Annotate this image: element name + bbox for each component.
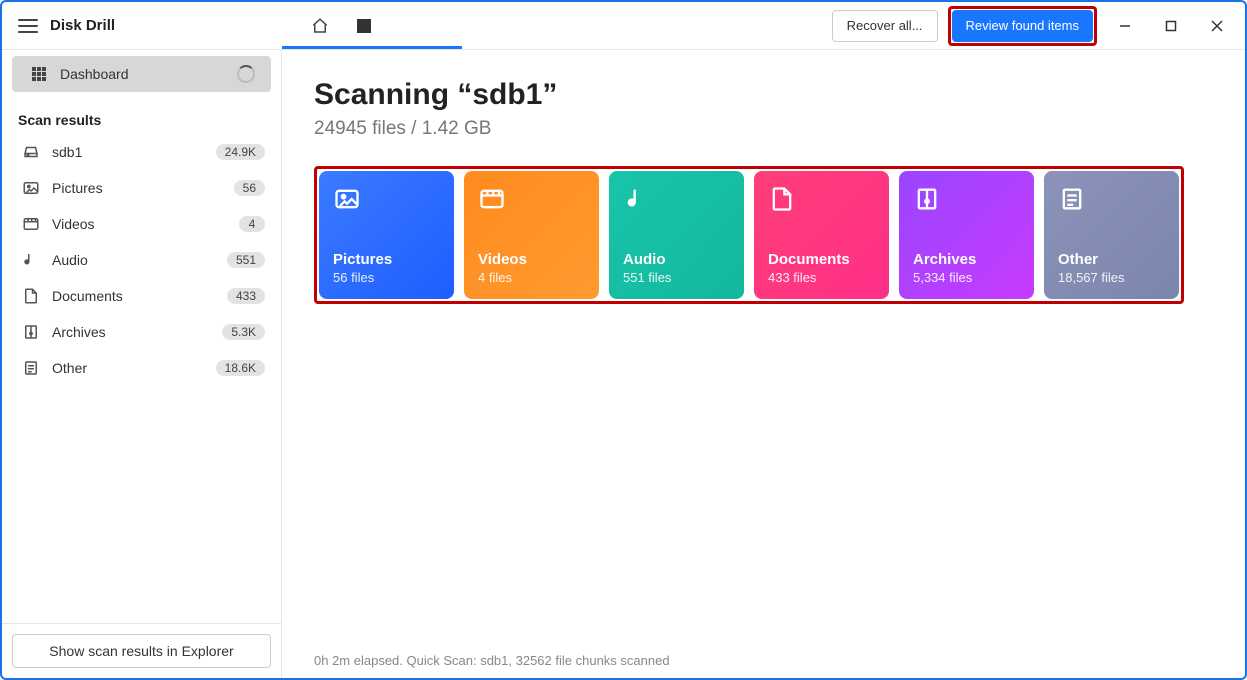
card-other[interactable]: Other 18,567 files xyxy=(1044,171,1179,299)
audio-icon xyxy=(22,251,40,269)
card-count: 551 files xyxy=(623,270,730,285)
count-badge: 24.9K xyxy=(216,144,265,160)
card-title: Pictures xyxy=(333,251,440,268)
document-icon xyxy=(768,185,796,213)
count-badge: 18.6K xyxy=(216,360,265,376)
count-badge: 433 xyxy=(227,288,265,304)
sidebar-item-archives[interactable]: Archives 5.3K xyxy=(2,314,281,350)
card-count: 56 files xyxy=(333,270,440,285)
sidebar-item-label: Archives xyxy=(52,324,210,340)
menu-icon[interactable] xyxy=(18,19,38,33)
sidebar-item-label: Audio xyxy=(52,252,215,268)
archive-icon xyxy=(22,323,40,341)
card-title: Videos xyxy=(478,251,585,268)
sidebar-item-label: sdb1 xyxy=(52,144,204,160)
card-title: Other xyxy=(1058,251,1165,268)
home-tab-icon[interactable] xyxy=(310,16,330,36)
card-count: 18,567 files xyxy=(1058,270,1165,285)
recover-all-button[interactable]: Recover all... xyxy=(832,10,938,42)
review-found-items-button[interactable]: Review found items xyxy=(952,10,1093,42)
sidebar-item-label: Pictures xyxy=(52,180,222,196)
card-title: Archives xyxy=(913,251,1020,268)
active-tab-indicator xyxy=(282,46,462,49)
sidebar-heading: Scan results xyxy=(2,98,281,134)
sidebar-item-videos[interactable]: Videos 4 xyxy=(2,206,281,242)
window-minimize-button[interactable] xyxy=(1107,10,1143,42)
video-icon xyxy=(478,185,506,213)
card-count: 5,334 files xyxy=(913,270,1020,285)
status-text: 0h 2m elapsed. Quick Scan: sdb1, 32562 f… xyxy=(314,641,1213,668)
app-name: Disk Drill xyxy=(50,17,115,34)
show-in-explorer-button[interactable]: Show scan results in Explorer xyxy=(12,634,271,668)
sidebar-item-documents[interactable]: Documents 433 xyxy=(2,278,281,314)
main-panel: Scanning “sdb1” 24945 files / 1.42 GB Pi… xyxy=(282,50,1245,678)
card-archives[interactable]: Archives 5,334 files xyxy=(899,171,1034,299)
sidebar-item-label: Videos xyxy=(52,216,227,232)
category-cards: Pictures 56 files Videos 4 files Audio 5… xyxy=(319,171,1179,299)
count-badge: 56 xyxy=(234,180,265,196)
drive-icon xyxy=(22,143,40,161)
archive-icon xyxy=(913,185,941,213)
scan-summary: 24945 files / 1.42 GB xyxy=(314,118,1213,140)
sidebar: Dashboard Scan results sdb1 24.9K Pictur… xyxy=(2,50,282,678)
sidebar-item-label: Documents xyxy=(52,288,215,304)
count-badge: 4 xyxy=(239,216,265,232)
card-title: Audio xyxy=(623,251,730,268)
window-maximize-button[interactable] xyxy=(1153,10,1189,42)
video-icon xyxy=(22,215,40,233)
category-cards-highlight: Pictures 56 files Videos 4 files Audio 5… xyxy=(314,166,1184,304)
window-close-button[interactable] xyxy=(1199,10,1235,42)
audio-icon xyxy=(623,185,651,213)
sidebar-item-pictures[interactable]: Pictures 56 xyxy=(2,170,281,206)
sidebar-item-label: Dashboard xyxy=(60,66,225,82)
card-documents[interactable]: Documents 433 files xyxy=(754,171,889,299)
card-count: 4 files xyxy=(478,270,585,285)
card-audio[interactable]: Audio 551 files xyxy=(609,171,744,299)
stop-tab-icon[interactable] xyxy=(354,16,374,36)
picture-icon xyxy=(333,185,361,213)
sidebar-item-other[interactable]: Other 18.6K xyxy=(2,350,281,386)
titlebar: Disk Drill Recover all... Review found i… xyxy=(2,2,1245,50)
other-icon xyxy=(22,359,40,377)
loading-spinner-icon xyxy=(237,65,255,83)
sidebar-item-audio[interactable]: Audio 551 xyxy=(2,242,281,278)
sidebar-item-dashboard[interactable]: Dashboard xyxy=(12,56,271,92)
card-pictures[interactable]: Pictures 56 files xyxy=(319,171,454,299)
count-badge: 5.3K xyxy=(222,324,265,340)
card-videos[interactable]: Videos 4 files xyxy=(464,171,599,299)
grid-icon xyxy=(30,65,48,83)
other-icon xyxy=(1058,185,1086,213)
card-count: 433 files xyxy=(768,270,875,285)
picture-icon xyxy=(22,179,40,197)
card-title: Documents xyxy=(768,251,875,268)
count-badge: 551 xyxy=(227,252,265,268)
review-button-highlight: Review found items xyxy=(948,6,1097,46)
sidebar-item-sdb1[interactable]: sdb1 24.9K xyxy=(2,134,281,170)
page-title: Scanning “sdb1” xyxy=(314,78,1213,112)
sidebar-item-label: Other xyxy=(52,360,204,376)
document-icon xyxy=(22,287,40,305)
